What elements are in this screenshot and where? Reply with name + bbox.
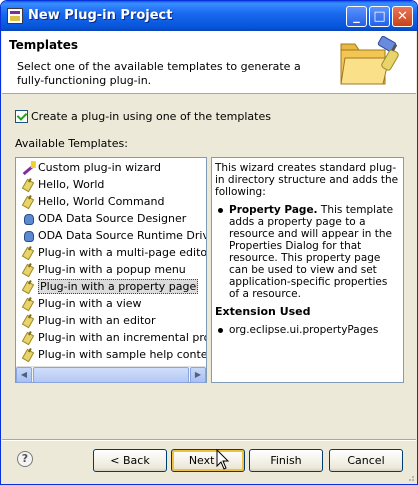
use-template-label[interactable]: Create a plug-in using one of the templa… bbox=[31, 110, 271, 123]
template-list-item[interactable]: Plug-in with an editor bbox=[16, 313, 206, 330]
plugin-icon bbox=[21, 178, 36, 193]
templates-list-items: Custom plug-in wizard Hello, World Hello, … bbox=[16, 160, 206, 366]
window-title: New Plug-in Project bbox=[28, 8, 173, 23]
eclipse-wizard-icon bbox=[7, 8, 23, 24]
use-template-checkbox[interactable] bbox=[15, 110, 28, 123]
template-list-item[interactable]: Hello, World bbox=[16, 177, 206, 194]
extension-bullet: org.eclipse.ui.propertyPages bbox=[215, 324, 400, 336]
plugin-icon bbox=[21, 195, 36, 210]
plugin-icon bbox=[21, 263, 36, 278]
new-project-folder-icon bbox=[340, 36, 399, 85]
button-bar-separator bbox=[2, 439, 416, 441]
page-title: Templates bbox=[9, 38, 79, 52]
plugin-icon bbox=[21, 348, 36, 363]
bullet-title: Property Page. bbox=[229, 204, 318, 216]
data-source-icon bbox=[22, 213, 36, 226]
template-label: Custom plug-in wizard bbox=[38, 161, 162, 174]
next-button[interactable]: Next > bbox=[171, 449, 245, 472]
template-label: Plug-in with sample help content bbox=[38, 348, 206, 361]
close-button[interactable]: ✕ bbox=[392, 6, 413, 27]
template-list-item[interactable]: Custom plug-in wizard bbox=[16, 160, 206, 177]
plugin-icon bbox=[21, 331, 36, 346]
templates-horizontal-scrollbar[interactable]: ◀ ▶ bbox=[16, 366, 206, 383]
wizard-window: New Plug-in Project _ □ ✕ Templates Sele… bbox=[0, 0, 418, 485]
page-description: Select one of the available templates to… bbox=[17, 60, 301, 87]
extension-heading: Extension Used bbox=[215, 305, 311, 318]
templates-list[interactable]: Custom plug-in wizard Hello, World Hello, … bbox=[15, 157, 207, 383]
plugin-icon bbox=[21, 246, 36, 261]
template-label: Plug-in with a multi-page editor bbox=[38, 246, 206, 259]
template-description-pane: This wizard creates standard plug-in dir… bbox=[211, 157, 404, 383]
wizard-banner: Templates Select one of the available te… bbox=[2, 31, 416, 94]
wizard-icon bbox=[22, 162, 36, 176]
plugin-icon bbox=[21, 297, 36, 312]
scroll-right-arrow-icon[interactable]: ▶ bbox=[190, 367, 206, 383]
data-source-icon bbox=[22, 230, 36, 243]
available-templates-label: Available Templates: bbox=[15, 137, 128, 150]
back-button[interactable]: < Back bbox=[93, 449, 167, 472]
template-list-item[interactable]: Hello, World Command bbox=[16, 194, 206, 211]
finish-button[interactable]: Finish bbox=[249, 449, 323, 472]
description-bullet: Property Page. This template adds a prop… bbox=[215, 204, 400, 300]
template-list-item[interactable]: Plug-in with a property page bbox=[16, 279, 206, 296]
template-list-item[interactable]: Plug-in with a view bbox=[16, 296, 206, 313]
template-list-item[interactable]: Plug-in with a multi-page editor bbox=[16, 245, 206, 262]
description-intro: This wizard creates standard plug-in dir… bbox=[215, 162, 399, 198]
bullet-text: This template adds a property page to a … bbox=[229, 204, 394, 300]
bullet-icon bbox=[218, 208, 223, 213]
template-label: Plug-in with a property page bbox=[38, 279, 199, 294]
template-label: Hello, World bbox=[38, 178, 105, 191]
template-label: ODA Data Source Runtime Driver bbox=[38, 229, 206, 242]
minimize-button[interactable]: _ bbox=[346, 6, 367, 27]
template-list-item[interactable]: Plug-in with an incremental project bbox=[16, 330, 206, 347]
extension-point: org.eclipse.ui.propertyPages bbox=[229, 324, 379, 336]
resize-grip-icon[interactable] bbox=[405, 472, 415, 482]
template-label: ODA Data Source Designer bbox=[38, 212, 187, 225]
bullet-icon bbox=[218, 328, 223, 333]
scroll-thumb[interactable] bbox=[33, 367, 189, 383]
template-label: Hello, World Command bbox=[38, 195, 165, 208]
plugin-icon bbox=[21, 280, 36, 295]
template-list-item[interactable]: ODA Data Source Runtime Driver bbox=[16, 228, 206, 245]
template-list-item[interactable]: Plug-in with a popup menu bbox=[16, 262, 206, 279]
mouse-pointer-icon bbox=[216, 449, 230, 470]
maximize-button[interactable]: □ bbox=[369, 6, 390, 27]
plugin-icon bbox=[21, 314, 36, 329]
template-label: Plug-in with a view bbox=[38, 297, 142, 310]
help-icon[interactable]: ? bbox=[17, 451, 33, 467]
template-list-item[interactable]: Plug-in with sample help content bbox=[16, 347, 206, 364]
title-bar[interactable]: New Plug-in Project _ □ ✕ bbox=[1, 1, 417, 31]
template-label: Plug-in with an incremental project bbox=[38, 331, 206, 344]
cancel-button[interactable]: Cancel bbox=[329, 449, 403, 472]
template-list-item[interactable]: ODA Data Source Designer bbox=[16, 211, 206, 228]
template-label: Plug-in with an editor bbox=[38, 314, 156, 327]
template-label: Plug-in with a popup menu bbox=[38, 263, 186, 276]
scroll-left-arrow-icon[interactable]: ◀ bbox=[16, 367, 32, 383]
